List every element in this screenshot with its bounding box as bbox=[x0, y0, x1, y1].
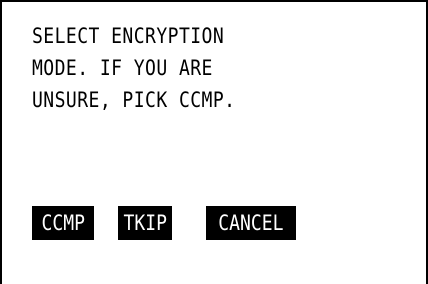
tkip-button-label: TKIP bbox=[123, 211, 167, 235]
cancel-button-label: CANCEL bbox=[218, 211, 284, 235]
cancel-button[interactable]: CANCEL bbox=[206, 206, 296, 240]
ccmp-button-label: CCMP bbox=[41, 211, 85, 235]
ccmp-button[interactable]: CCMP bbox=[32, 206, 94, 240]
encryption-prompt: SELECT ENCRYPTION MODE. IF YOU ARE UNSUR… bbox=[32, 20, 367, 116]
device-screen: SELECT ENCRYPTION MODE. IF YOU ARE UNSUR… bbox=[0, 0, 428, 284]
prompt-line-3: UNSURE, PICK CCMP. bbox=[32, 88, 236, 112]
prompt-line-2: MODE. IF YOU ARE bbox=[32, 56, 213, 80]
prompt-line-1: SELECT ENCRYPTION bbox=[32, 24, 225, 48]
tkip-button[interactable]: TKIP bbox=[118, 206, 172, 240]
